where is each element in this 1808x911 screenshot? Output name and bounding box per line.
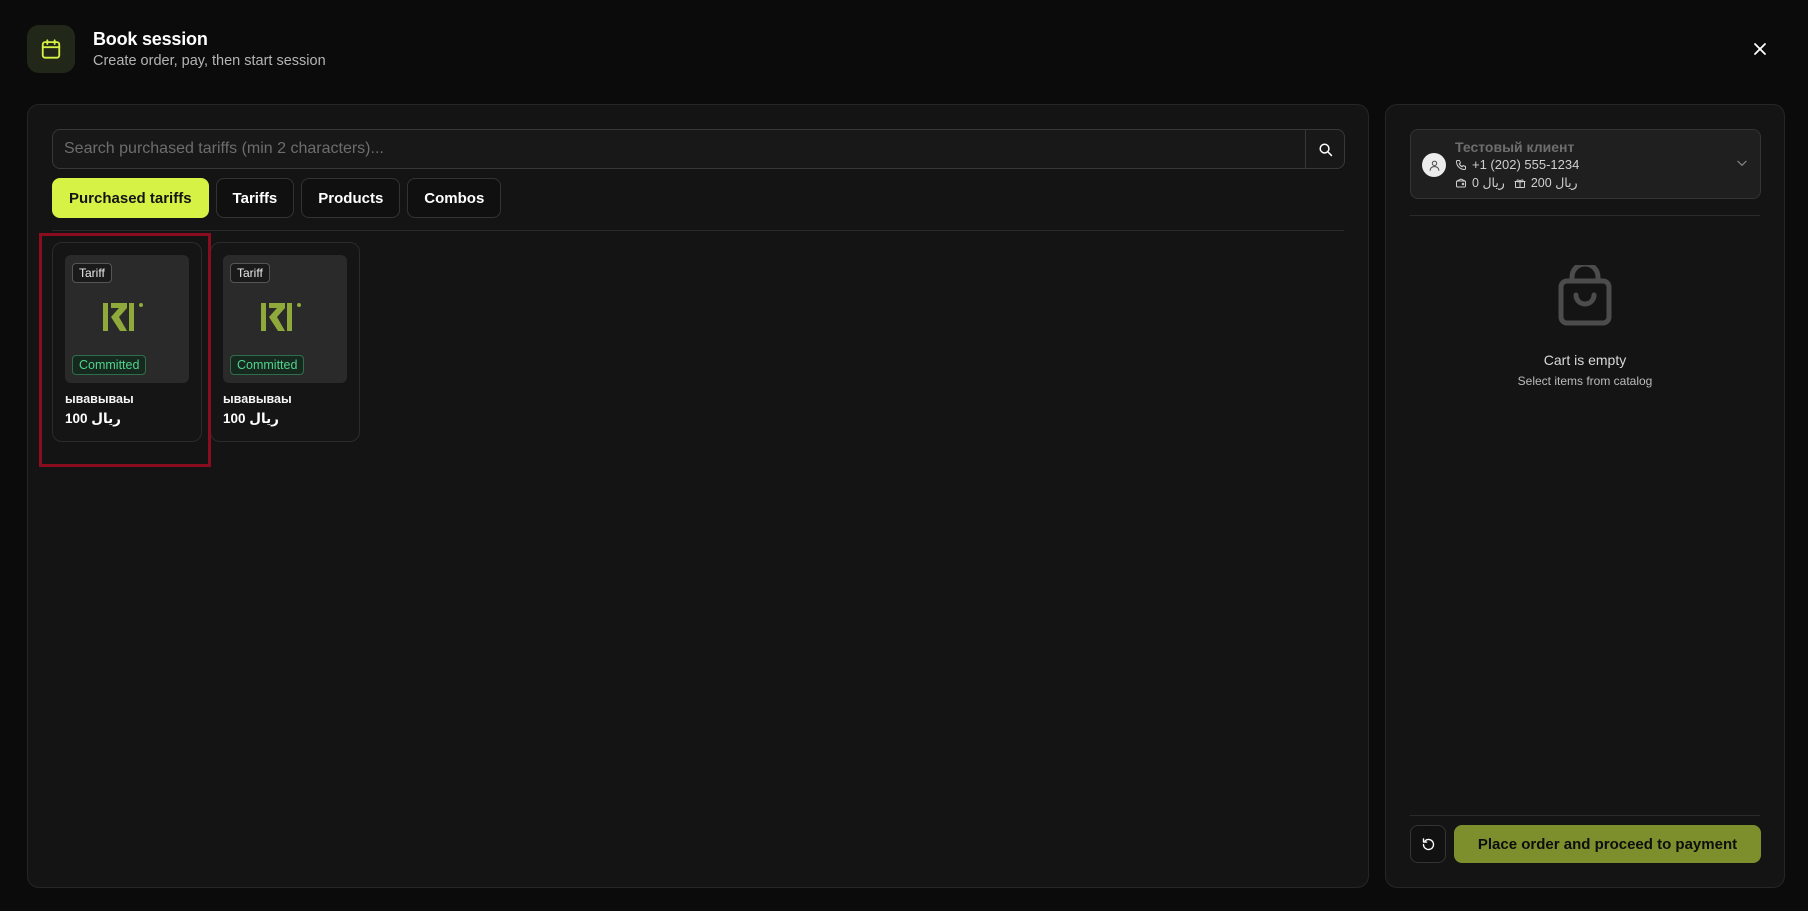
client-name: Тестовый клиент	[1455, 139, 1575, 155]
brand-logo-icon	[103, 303, 143, 331]
type-badge: Tariff	[72, 263, 112, 283]
cart-panel: Тестовый клиент +1 (202) 555-1234 0 ریال…	[1385, 104, 1785, 888]
dialog-subtitle: Create order, pay, then start session	[93, 53, 326, 69]
empty-cart-subtitle: Select items from catalog	[1517, 374, 1653, 388]
chevron-down-icon	[1737, 160, 1747, 167]
catalog-tabs: Purchased tariffs Tariffs Products Combo…	[52, 178, 502, 218]
shopping-bag-icon	[1558, 261, 1612, 326]
brand-logo-icon	[261, 303, 301, 331]
tariff-price: 100 ریال	[223, 411, 279, 426]
empty-cart: Cart is empty Select items from catalog	[1386, 261, 1784, 388]
close-icon	[1754, 43, 1766, 55]
tariff-price: 100 ریال	[65, 411, 121, 426]
reset-button[interactable]	[1410, 825, 1446, 863]
tab-products[interactable]: Products	[301, 178, 401, 218]
tariff-card-list: Tariff Committed ывавываы 100 ریال Tarif…	[52, 242, 360, 442]
avatar	[1422, 153, 1446, 177]
empty-cart-title: Cart is empty	[1543, 352, 1627, 368]
client-bonus: 200 ریال	[1530, 176, 1578, 190]
place-order-button[interactable]: Place order and proceed to payment	[1454, 825, 1761, 863]
tariff-card-image: Tariff Committed	[223, 255, 347, 383]
catalog-panel: Purchased tariffs Tariffs Products Combo…	[27, 104, 1369, 888]
dialog-title: Book session	[93, 29, 208, 49]
client-divider	[1410, 215, 1760, 216]
refresh-icon	[1422, 837, 1434, 850]
client-selector[interactable]: Тестовый клиент +1 (202) 555-1234 0 ریال…	[1410, 129, 1761, 199]
client-balance: 0 ریال	[1472, 176, 1505, 190]
type-badge: Tariff	[230, 263, 270, 283]
calendar-icon	[27, 25, 75, 73]
search-icon	[1318, 142, 1332, 156]
tab-tariffs[interactable]: Tariffs	[215, 178, 295, 218]
client-phone-row: +1 (202) 555-1234	[1455, 157, 1579, 172]
tab-combos[interactable]: Combos	[407, 178, 502, 218]
header-text: Book session Create order, pay, then sta…	[93, 29, 326, 69]
user-icon	[1429, 160, 1439, 171]
gift-icon	[1514, 178, 1526, 188]
dialog-header: Book session Create order, pay, then sta…	[27, 24, 1781, 74]
client-phone: +1 (202) 555-1234	[1472, 157, 1580, 172]
wallet-icon	[1456, 177, 1466, 187]
status-badge: Committed	[72, 355, 147, 375]
search-button[interactable]	[1305, 130, 1344, 168]
tab-purchased-tariffs[interactable]: Purchased tariffs	[52, 178, 209, 218]
tabs-divider	[52, 230, 1344, 231]
tariff-name: ывавываы	[223, 392, 292, 406]
tariff-name: ывавываы	[65, 392, 134, 406]
status-badge: Committed	[230, 355, 305, 375]
tariff-card-image: Tariff Committed	[65, 255, 189, 383]
search-bar	[52, 129, 1345, 169]
phone-icon	[1456, 159, 1466, 170]
close-button[interactable]	[1749, 38, 1771, 60]
tariff-card[interactable]: Tariff Committed ывавываы 100 ریال	[210, 242, 360, 442]
tariff-card[interactable]: Tariff Committed ывавываы 100 ریال	[52, 242, 202, 442]
footer-divider	[1410, 815, 1760, 816]
client-balances: 0 ریال 200 ریال	[1455, 175, 1578, 190]
search-input[interactable]	[53, 130, 1305, 168]
